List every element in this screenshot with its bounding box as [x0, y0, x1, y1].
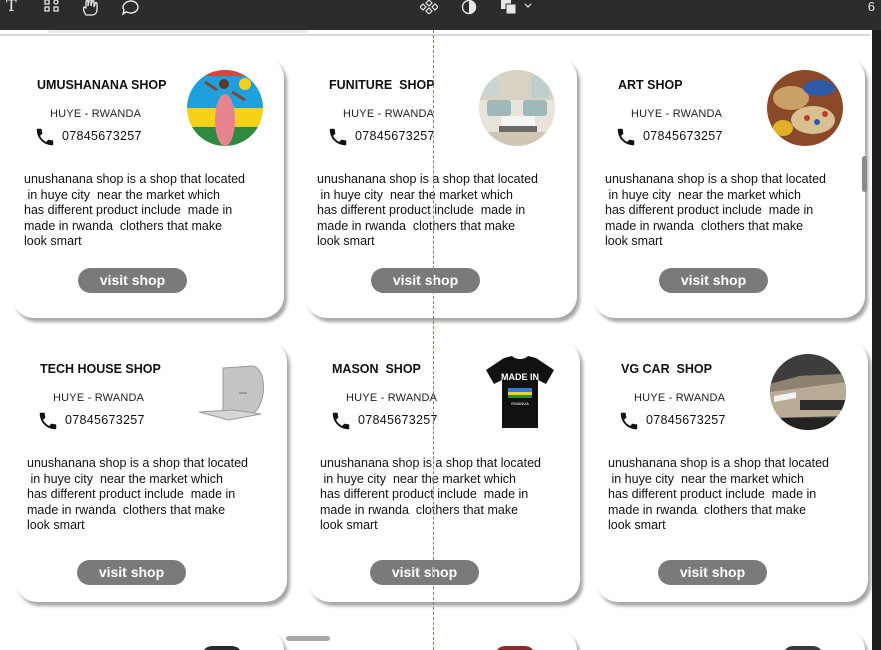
phone-icon	[39, 412, 57, 430]
shop-location: HUYE - RWANDA	[53, 392, 145, 404]
shop-card: FUNITURE SHOP HUYE - RWANDA 07845673257 …	[305, 56, 577, 318]
tshirt-text: MADE IN	[501, 372, 539, 382]
shop-phone: 07845673257	[62, 129, 142, 143]
shop-description: unushanana shop is a shop that located i…	[24, 172, 246, 248]
visit-shop-button[interactable]: visit shop	[370, 560, 479, 585]
shop-title: ART SHOP	[618, 78, 683, 92]
phone-icon	[329, 128, 347, 146]
visit-shop-button[interactable]: visit shop	[78, 268, 187, 293]
shop-location: HUYE - RWANDA	[343, 108, 435, 120]
shop-title: TECH HOUSE SHOP	[40, 362, 161, 376]
shape-tool-icon[interactable]	[44, 0, 60, 15]
phone-icon	[620, 412, 638, 430]
shop-description: unushanana shop is a shop that located i…	[608, 456, 830, 532]
shop-title: FUNITURE SHOP	[329, 78, 435, 92]
text-tool-icon[interactable]: T	[6, 0, 17, 14]
shop-phone: 07845673257	[358, 413, 438, 427]
right-panel-edge	[872, 30, 881, 650]
contrast-icon[interactable]	[460, 0, 478, 19]
visit-shop-button[interactable]: visit shop	[658, 560, 767, 585]
shop-title: VG CAR SHOP	[621, 362, 712, 376]
horizontal-scrollbar-thumb[interactable]	[286, 636, 330, 641]
phone-icon	[36, 128, 54, 146]
chevron-down-icon[interactable]	[524, 0, 532, 14]
toolbar-right-indicator: 6	[867, 0, 875, 14]
visit-shop-button[interactable]: visit shop	[77, 560, 186, 585]
design-canvas[interactable]: UMUSHANANA SHOP HUYE - RWANDA 0784567325…	[0, 30, 872, 650]
shop-title: MASON SHOP	[332, 362, 421, 376]
tshirt-subtext: RWANDA	[511, 401, 529, 406]
visit-shop-button[interactable]: visit shop	[371, 268, 480, 293]
shop-phone: 07845673257	[65, 413, 145, 427]
shop-description: unushanana shop is a shop that located i…	[317, 172, 539, 248]
shop-card-partial	[593, 630, 865, 650]
shop-location: HUYE - RWANDA	[631, 108, 723, 120]
shop-location: HUYE - RWANDA	[50, 108, 142, 120]
shop-description: unushanana shop is a shop that located i…	[27, 456, 249, 532]
shop-image: MADE IN RWANDA	[482, 354, 558, 430]
shop-card: UMUSHANANA SHOP HUYE - RWANDA 0784567325…	[12, 56, 284, 318]
comment-icon[interactable]	[121, 0, 140, 19]
shop-card-partial	[12, 630, 284, 650]
layout-guide-line	[433, 30, 434, 650]
components-icon[interactable]	[419, 0, 439, 17]
boolean-icon[interactable]	[500, 0, 518, 17]
vertical-scrollbar-thumb[interactable]	[862, 156, 867, 192]
shop-card-partial	[305, 630, 577, 650]
shop-card: MASON SHOP HUYE - RWANDA 07845673257 MAD…	[308, 340, 580, 602]
shop-card: VG CAR SHOP HUYE - RWANDA 07845673257 un…	[596, 340, 868, 602]
visit-shop-button[interactable]: visit shop	[659, 268, 768, 293]
phone-icon	[332, 412, 350, 430]
shop-image	[767, 70, 843, 146]
toolbar: T 6	[0, 0, 881, 30]
shop-image-partial	[202, 646, 242, 650]
shop-title: UMUSHANANA SHOP	[37, 78, 167, 92]
shop-image-partial	[783, 646, 823, 650]
shop-image	[187, 70, 263, 146]
shop-image	[189, 354, 269, 430]
hand-tool-icon[interactable]	[82, 0, 100, 19]
shop-phone: 07845673257	[355, 129, 435, 143]
phone-icon	[617, 128, 635, 146]
shop-image	[479, 70, 555, 146]
shop-card: ART SHOP HUYE - RWANDA 07845673257 unush…	[593, 56, 865, 318]
shop-phone: 07845673257	[646, 413, 726, 427]
shop-image	[770, 354, 846, 430]
shop-location: HUYE - RWANDA	[346, 392, 438, 404]
shop-description: unushanana shop is a shop that located i…	[320, 456, 542, 532]
frame-divider	[0, 34, 870, 36]
shop-description: unushanana shop is a shop that located i…	[605, 172, 827, 248]
shop-card: TECH HOUSE SHOP HUYE - RWANDA 0784567325…	[15, 340, 287, 602]
shop-phone: 07845673257	[643, 129, 723, 143]
shop-location: HUYE - RWANDA	[634, 392, 726, 404]
frame-edge	[48, 30, 308, 33]
shop-image-partial	[495, 646, 535, 650]
